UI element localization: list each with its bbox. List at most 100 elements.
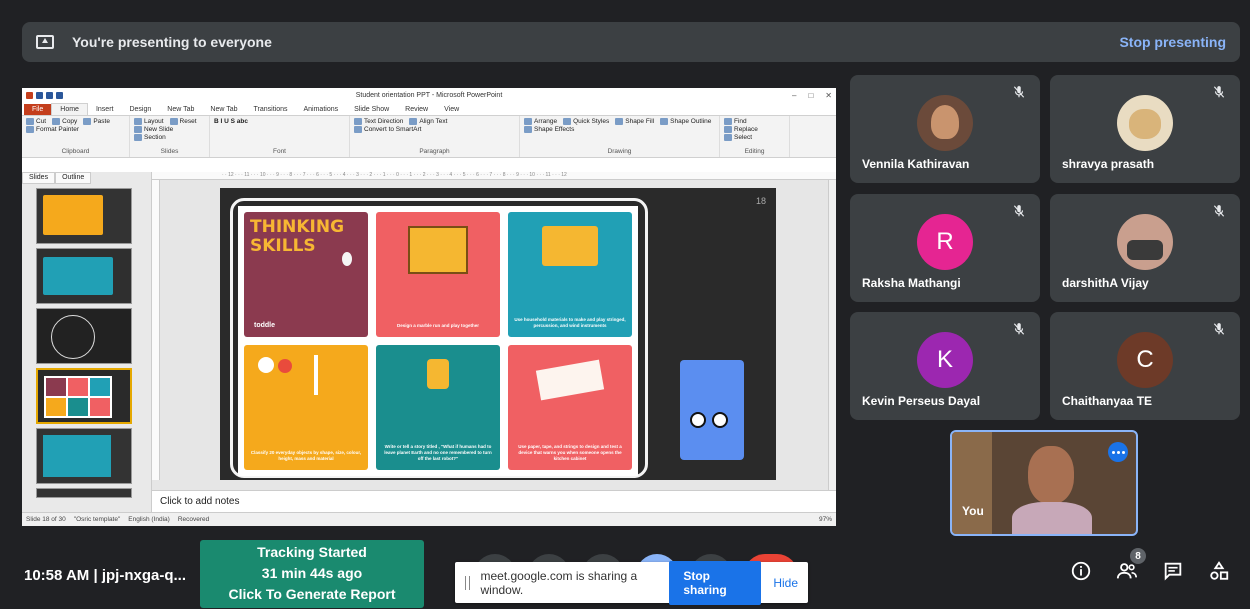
self-face xyxy=(1028,446,1074,504)
meet-screen: You're presenting to everyone Stop prese… xyxy=(0,0,1250,609)
layout-label: Layout xyxy=(144,118,164,125)
stop-presenting-button[interactable]: Stop presenting xyxy=(1119,34,1226,50)
layout-icon xyxy=(134,118,142,125)
find-button[interactable]: Find xyxy=(724,118,758,125)
tab-animations[interactable]: Animations xyxy=(295,104,346,115)
tab-review[interactable]: Review xyxy=(397,104,436,115)
mic-off-icon xyxy=(1013,205,1025,217)
participant-count-badge: 8 xyxy=(1130,548,1146,564)
layout-button[interactable]: Layout xyxy=(134,118,164,125)
editor-scrollbar[interactable] xyxy=(828,180,836,490)
activity-text: Write or tell a story titled , "What if … xyxy=(384,444,492,462)
tab-slide-show[interactable]: Slide Show xyxy=(346,104,397,115)
participant-avatar: K xyxy=(917,332,973,388)
slide-thumbnail[interactable]: 16 xyxy=(36,248,132,304)
activity-text: Use household materials to make and play… xyxy=(514,317,626,329)
activity-text: Use paper, tape, and strings to design a… xyxy=(518,444,622,462)
tab-view[interactable]: View xyxy=(436,104,467,115)
brush-icon xyxy=(26,126,34,133)
side-controls xyxy=(1070,560,1230,582)
ppt-window-title: Student orientation PPT - Microsoft Powe… xyxy=(355,91,503,99)
self-view-tile[interactable]: You xyxy=(950,430,1138,536)
tab-home[interactable]: Home xyxy=(51,103,88,115)
chat-icon[interactable] xyxy=(1162,560,1184,582)
format-painter-button[interactable]: Format Painter xyxy=(26,126,79,133)
activities-icon[interactable] xyxy=(1208,560,1230,582)
sharing-message: meet.google.com is sharing a window. xyxy=(480,568,638,597)
replace-button[interactable]: Replace xyxy=(724,126,758,133)
notes-field[interactable]: Click to add notes xyxy=(152,490,836,512)
new-slide-button[interactable]: New Slide xyxy=(134,126,173,133)
mic-off-icon xyxy=(1013,86,1025,98)
quick-styles-button[interactable]: Quick Styles xyxy=(563,118,609,125)
participant-name: Raksha Mathangi xyxy=(862,276,961,290)
tab-transitions[interactable]: Transitions xyxy=(246,104,296,115)
align-text-button[interactable]: Align Text xyxy=(409,118,447,125)
slide-thumbnail[interactable]: 20 xyxy=(36,488,132,498)
reset-label: Reset xyxy=(179,118,197,125)
smartart-label: Convert to SmartArt xyxy=(364,126,422,133)
copy-label: Copy xyxy=(62,118,78,125)
replace-label: Replace xyxy=(734,126,758,133)
current-slide[interactable]: 18 THINKING SKILLS toddle Design a marbl… xyxy=(220,188,776,480)
text-direction-button[interactable]: Text Direction xyxy=(354,118,403,125)
format-painter-label: Format Painter xyxy=(36,126,79,133)
theme-name: "Osric template" xyxy=(73,516,121,523)
arrange-button[interactable]: Arrange xyxy=(524,118,557,125)
tab-slides[interactable]: Slides xyxy=(22,172,56,184)
slide-thumbnail-selected[interactable]: 18 xyxy=(36,368,132,424)
tab-new-tab-2[interactable]: New Tab xyxy=(202,104,245,115)
shape-effects-icon xyxy=(524,126,532,133)
tab-file[interactable]: File xyxy=(24,104,52,115)
select-button[interactable]: Select xyxy=(724,134,758,141)
shape-outline-button[interactable]: Shape Outline xyxy=(660,118,711,125)
activity-text: Classify 20 everyday objects by shape, s… xyxy=(250,450,362,462)
shape-fill-button[interactable]: Shape Fill xyxy=(615,118,654,125)
activity-card: Classify 20 everyday objects by shape, s… xyxy=(244,345,368,470)
tracking-report-button[interactable]: Tracking Started 31 min 44s ago Click To… xyxy=(200,540,424,608)
slide-thumbnail[interactable]: 19 xyxy=(36,428,132,484)
tab-insert[interactable]: Insert xyxy=(88,104,122,115)
slide-thumbnail[interactable]: 15 xyxy=(36,188,132,244)
slide-counter: Slide 18 of 30 xyxy=(26,516,66,523)
tab-new-tab[interactable]: New Tab xyxy=(159,104,202,115)
ribbon-tabs: File Home Insert Design New Tab New Tab … xyxy=(22,102,836,116)
hide-button[interactable]: Hide xyxy=(773,576,798,590)
stop-sharing-button[interactable]: Stop sharing xyxy=(669,560,762,605)
activity-card: Use paper, tape, and strings to design a… xyxy=(508,345,632,470)
toddle-logo: toddle xyxy=(254,322,275,329)
meeting-time-code: 10:58 AM | jpj-nxga-q... xyxy=(24,567,186,584)
tab-outline[interactable]: Outline xyxy=(55,172,92,184)
slide-thumbnail[interactable]: 17 xyxy=(36,308,132,364)
smartart-button[interactable]: Convert to SmartArt xyxy=(354,126,421,133)
zoom-level[interactable]: 97% xyxy=(819,516,832,523)
font-format-buttons[interactable]: B I U S abc xyxy=(214,118,248,125)
participant-tile[interactable]: K Kevin Perseus Dayal xyxy=(850,312,1040,420)
participant-tile[interactable]: R Raksha Mathangi xyxy=(850,194,1040,302)
drag-handle-icon[interactable] xyxy=(465,575,471,590)
mic-off-icon xyxy=(1213,86,1225,98)
language: English (India) xyxy=(128,516,170,523)
vertical-ruler xyxy=(152,180,160,480)
participant-tile[interactable]: Vennila Kathiravan xyxy=(850,75,1040,183)
select-icon xyxy=(724,134,732,141)
drawing-group-label: Drawing xyxy=(607,148,632,155)
copy-button[interactable]: Copy xyxy=(52,118,77,125)
more-options-button[interactable] xyxy=(1108,442,1128,462)
paste-button[interactable]: Paste xyxy=(83,118,110,125)
section-button[interactable]: Section xyxy=(134,134,166,141)
new-slide-label: New Slide xyxy=(144,126,174,133)
participant-tile[interactable]: C Chaithanyaa TE xyxy=(1050,312,1240,420)
shape-effects-button[interactable]: Shape Effects xyxy=(524,126,574,133)
tracking-line1: Tracking Started xyxy=(257,544,367,560)
reset-button[interactable]: Reset xyxy=(169,118,197,125)
cut-button[interactable]: Cut xyxy=(26,118,46,125)
self-name: You xyxy=(962,504,984,518)
tab-design[interactable]: Design xyxy=(121,104,159,115)
slide-page-number: 18 xyxy=(755,196,766,206)
participant-tile[interactable]: shravya prasath xyxy=(1050,75,1240,183)
paragraph-group-label: Paragraph xyxy=(419,148,450,155)
participant-tile[interactable]: darshithA Vijay xyxy=(1050,194,1240,302)
info-icon[interactable] xyxy=(1070,560,1092,582)
tracking-line3: Click To Generate Report xyxy=(228,586,396,602)
